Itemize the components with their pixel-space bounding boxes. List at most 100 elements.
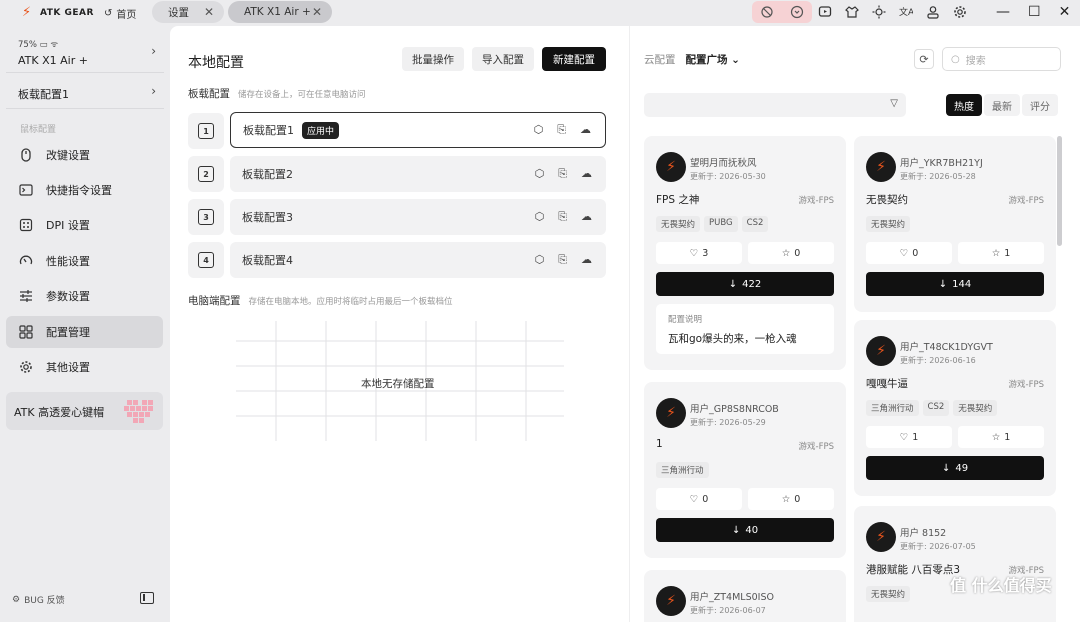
- sidebar-item-performance[interactable]: 性能设置: [6, 245, 163, 277]
- refresh-icon[interactable]: ⟳: [914, 49, 934, 69]
- dpi-icon: [18, 217, 34, 233]
- window-controls: — ☐ ✕: [996, 0, 1070, 24]
- sort-hot[interactable]: 热度: [946, 94, 982, 116]
- config-card[interactable]: ⚡ 用户_ZT4MLS0ISO 更新于: 2026-06-07: [644, 570, 846, 622]
- tab-square[interactable]: 配置广场 ⌄: [686, 52, 740, 67]
- onboard-row[interactable]: 板载配置4 ⬡ ⎘ ☁: [230, 242, 606, 278]
- bug-feedback-button[interactable]: ⚙ BUG 反馈: [12, 593, 65, 607]
- card-game: 游戏-FPS: [798, 196, 834, 206]
- config-card[interactable]: ⚡ 用户_GP8S8NRCOB 更新于: 2026-05-29 1 游戏-FPS…: [644, 382, 846, 558]
- heart-icon: ♡: [899, 247, 909, 259]
- sidebar-item-macro[interactable]: 快捷指令设置: [6, 174, 163, 206]
- config-card[interactable]: ⚡ 用户 8152 更新于: 2026-07-05 港服赋能 八百零点3 游戏-…: [854, 506, 1056, 622]
- like-button[interactable]: ♡ 0: [656, 488, 742, 510]
- onboard-row[interactable]: 板载配置1 应用中 ⬡ ⎘ ☁: [230, 112, 606, 148]
- download-button[interactable]: ↓ 40: [656, 518, 834, 542]
- tab-label: 设置: [168, 6, 189, 19]
- shirt-icon[interactable]: [845, 5, 859, 19]
- sort-rating[interactable]: 评分: [1022, 94, 1058, 116]
- onboard-desc: 储存在设备上，可在任意电脑访问: [238, 90, 366, 100]
- card-user: 用户_GP8S8NRCOB: [690, 404, 779, 415]
- sliders-icon: [18, 288, 34, 304]
- minimize-icon[interactable]: —: [996, 4, 1010, 20]
- row-actions: ⬡ ⎘ ☁: [535, 167, 592, 181]
- close-icon[interactable]: ✕: [204, 5, 214, 19]
- favorite-button[interactable]: ☆ 0: [748, 488, 834, 510]
- cloud-upload-icon[interactable]: ☁: [580, 123, 591, 137]
- export-file-icon[interactable]: ⎘: [558, 253, 567, 267]
- status-pill[interactable]: [752, 1, 812, 23]
- chevron-right-icon: ›: [151, 44, 156, 58]
- sidebar-item-label: 改键设置: [46, 149, 90, 162]
- user-icon[interactable]: [926, 5, 940, 19]
- sun-icon[interactable]: [872, 5, 886, 19]
- brand: ⚡ ATK GEAR: [22, 6, 94, 20]
- maximize-icon[interactable]: ☐: [1028, 4, 1041, 20]
- sidebar-item-keybind[interactable]: 改键设置: [6, 139, 163, 171]
- shield-icon[interactable]: [790, 5, 804, 19]
- config-card[interactable]: ⚡ 望明月而抚秋风 更新于: 2026-05-30 FPS 之神 游戏-FPS …: [644, 136, 846, 370]
- sidebar-item-config[interactable]: 配置管理: [6, 316, 163, 348]
- sidebar-item-params[interactable]: 参数设置: [6, 280, 163, 312]
- sort-new[interactable]: 最新: [984, 94, 1020, 116]
- like-button[interactable]: ♡ 1: [866, 426, 952, 448]
- sort-tabs: 热度 最新 评分: [946, 94, 1058, 116]
- filter-icon[interactable]: ▽: [890, 98, 898, 109]
- cloud-upload-icon[interactable]: ☁: [581, 210, 592, 224]
- device-selector[interactable]: 75% ▭ ᯤ ATK X1 Air + ›: [6, 34, 164, 72]
- filter-bar[interactable]: ▽: [644, 93, 906, 117]
- batch-button[interactable]: 批量操作: [402, 47, 464, 71]
- config-card[interactable]: ⚡ 用户_YKR7BH21YJ 更新于: 2026-05-28 无畏契约 游戏-…: [854, 136, 1056, 312]
- close-icon[interactable]: ✕: [312, 5, 322, 19]
- sidebar-item-other[interactable]: 其他设置: [6, 351, 163, 383]
- import-button[interactable]: 导入配置: [472, 47, 534, 71]
- card-user: 望明月而抚秋风: [690, 158, 757, 169]
- tab-settings[interactable]: 设置 ✕: [152, 1, 224, 23]
- download-button[interactable]: ↓ 49: [866, 456, 1044, 480]
- translate-icon[interactable]: 文A: [899, 5, 913, 19]
- tab-cloud[interactable]: 云配置: [644, 52, 676, 67]
- shield-icon[interactable]: ⬡: [535, 167, 545, 181]
- block-icon[interactable]: [760, 5, 774, 19]
- promo-banner[interactable]: ATK 高透爱心键帽: [6, 392, 163, 430]
- close-window-icon[interactable]: ✕: [1059, 4, 1071, 20]
- onboard-row[interactable]: 板载配置3 ⬡ ⎘ ☁: [230, 199, 606, 235]
- pc-config-header: 电脑端配置 存储在电脑本地。应用时将临时占用最后一个板载档位: [188, 293, 453, 308]
- card-date: 更新于: 2026-06-16: [900, 356, 976, 365]
- avatar: ⚡: [656, 152, 686, 182]
- shield-icon[interactable]: ⬡: [535, 210, 545, 224]
- export-file-icon[interactable]: ⎘: [558, 167, 567, 181]
- row-label: 板载配置3: [242, 211, 293, 224]
- onboard-row[interactable]: 板载配置2 ⬡ ⎘ ☁: [230, 156, 606, 192]
- search-input[interactable]: ○ 搜索: [942, 47, 1061, 71]
- export-file-icon[interactable]: ⎘: [557, 123, 566, 137]
- favorite-button[interactable]: ☆ 1: [958, 426, 1044, 448]
- like-button[interactable]: ♡ 3: [656, 242, 742, 264]
- download-button[interactable]: ↓ 144: [866, 272, 1044, 296]
- favorite-button[interactable]: ☆ 0: [748, 242, 834, 264]
- chip-icon: 4: [188, 242, 224, 278]
- like-button[interactable]: ♡ 0: [866, 242, 952, 264]
- card-user: 用户 8152: [900, 528, 947, 539]
- cloud-upload-icon[interactable]: ☁: [581, 167, 592, 181]
- profile-selector[interactable]: 板载配置1 ›: [6, 80, 164, 106]
- gear-icon[interactable]: [953, 5, 967, 19]
- cloud-upload-icon[interactable]: ☁: [581, 253, 592, 267]
- download-button[interactable]: ↓ 422: [656, 272, 834, 296]
- chip-icon: 2: [188, 156, 224, 192]
- scrollbar[interactable]: [1057, 136, 1062, 246]
- favorite-button[interactable]: ☆ 1: [958, 242, 1044, 264]
- download-icon: ↓: [941, 462, 951, 474]
- home-button[interactable]: ↺ 首页: [104, 6, 136, 21]
- chip-number: 3: [198, 209, 214, 225]
- shield-icon[interactable]: ⬡: [534, 123, 544, 137]
- new-config-button[interactable]: 新建配置: [542, 47, 606, 71]
- export-file-icon[interactable]: ⎘: [558, 210, 567, 224]
- config-card[interactable]: ⚡ 用户_T48CK1DYGVT 更新于: 2026-06-16 嘎嘎牛逼 游戏…: [854, 320, 1056, 496]
- sidebar-collapse-icon[interactable]: [140, 592, 154, 604]
- tab-device[interactable]: ATK X1 Air + ✕: [228, 1, 332, 23]
- sidebar-item-dpi[interactable]: DPI 设置: [6, 209, 163, 241]
- tab-label: ATK X1 Air +: [244, 6, 311, 18]
- gamepad-icon[interactable]: [818, 5, 832, 19]
- shield-icon[interactable]: ⬡: [535, 253, 545, 267]
